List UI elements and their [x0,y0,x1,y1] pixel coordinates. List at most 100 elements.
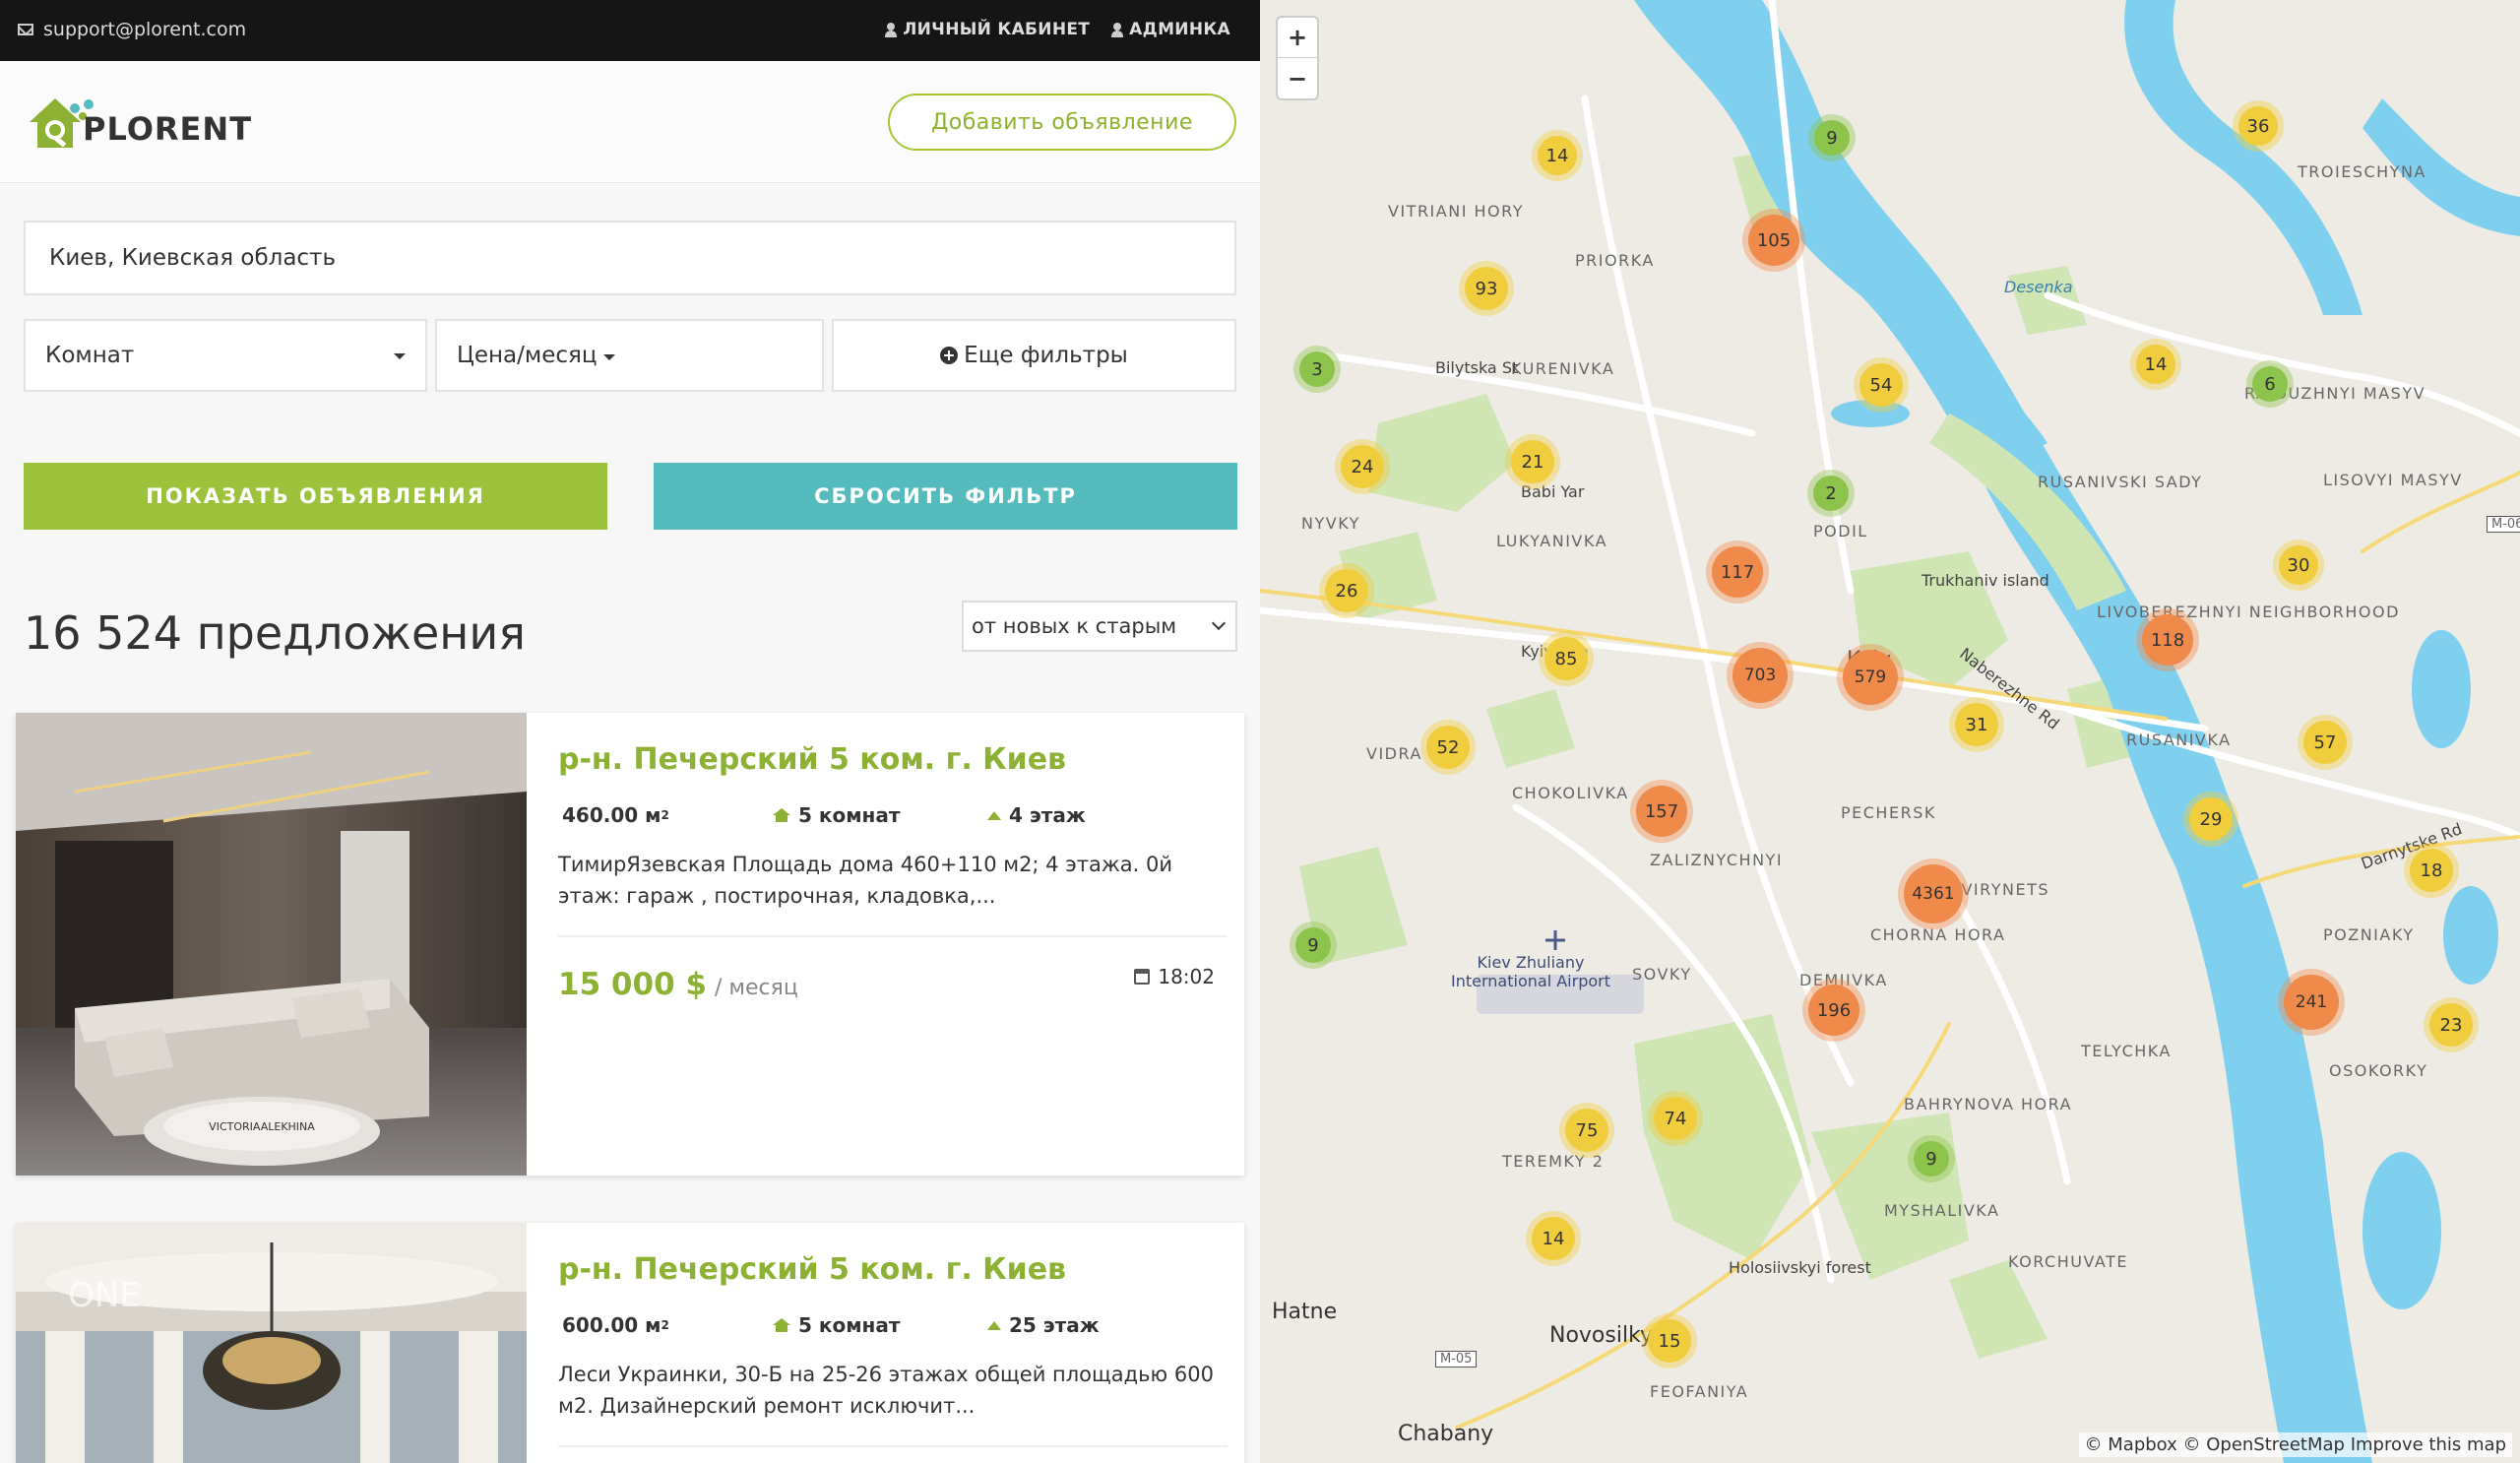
user-icon [1111,22,1124,37]
map-cluster-count: 9 [1295,927,1331,963]
map-cluster[interactable]: 196 [1802,979,1865,1042]
zoom-out-button[interactable]: − [1278,58,1317,98]
listing-title[interactable]: р-н. Печерский 5 ком. г. Киев [558,742,1066,777]
map-label: NYVKY [1301,514,1360,533]
map-cluster-count: 2 [1813,476,1849,511]
map-label: M-05 [1435,1351,1478,1368]
map-cluster[interactable]: 118 [2136,608,2199,671]
map-cluster[interactable]: 4361 [1898,859,1969,929]
map-cluster[interactable]: 24 [1335,439,1390,494]
map-cluster[interactable]: 579 [1837,644,1904,711]
map-cluster[interactable]: 703 [1727,642,1794,709]
caret-down-icon [394,353,406,359]
map-cluster-count: 52 [1426,726,1470,769]
map-cluster[interactable]: 29 [2183,792,2238,847]
map-label: CHOKOLIVKA [1512,784,1629,802]
listing-photo-image: VICTORIAALEKHINA [16,713,527,1176]
map-cluster[interactable]: 105 [1742,209,1805,272]
map-cluster[interactable]: 36 [2233,100,2284,152]
personal-cabinet-link[interactable]: ЛИЧНЫЙ КАБИНЕТ [885,20,1090,39]
zoom-in-button[interactable]: + [1278,18,1317,58]
listing-rooms: 5 комнат [773,803,987,827]
listing-area: 600.00 м2 [562,1313,773,1337]
map-label: Holosiivskyi forest [1729,1258,1871,1277]
more-filters-button[interactable]: Еще фильтры [832,319,1236,392]
map-cluster[interactable]: 2 [1807,470,1855,517]
listing-area: 460.00 м2 [562,803,773,827]
price-dropdown[interactable]: Цена/месяц [435,319,824,392]
map-label: VITRIANI HORY [1388,202,1524,221]
map-cluster[interactable]: 3 [1293,346,1341,393]
area-value: 600.00 м [562,1313,662,1337]
map-cluster[interactable]: 23 [2424,997,2479,1052]
listing-title[interactable]: р-н. Печерский 5 ком. г. Киев [558,1252,1066,1287]
rooms-select[interactable]: Комнат [24,319,427,392]
map-cluster[interactable]: 31 [1949,697,2004,752]
location-input[interactable]: Киев, Киевская область [24,221,1236,295]
map-cluster[interactable]: 52 [1420,720,1476,775]
price-dropdown-label: Цена/месяц [457,343,598,368]
brand-name: PLORENT [83,110,253,148]
map-cluster[interactable]: 9 [1908,1135,1955,1182]
map-cluster[interactable]: 14 [1526,1211,1581,1266]
support-email-link[interactable]: support@plorent.com [18,19,246,40]
map-cluster[interactable]: 26 [1319,563,1374,618]
map-cluster[interactable]: 85 [1539,631,1594,686]
map-cluster-count: 85 [1544,637,1588,680]
listing-photo[interactable]: ONE [16,1223,527,1463]
mail-icon [18,24,33,35]
map-cluster[interactable]: 6 [2246,360,2294,408]
map-cluster[interactable]: 57 [2298,715,2353,770]
map-cluster-count: 4361 [1904,864,1963,923]
map-label: BAHRYNOVA HORA [1904,1095,2073,1113]
rooms-value: 5 комнат [798,803,901,827]
map-cluster-count: 75 [1565,1109,1608,1152]
map-cluster[interactable]: 9 [1290,922,1337,969]
map-cluster[interactable]: 241 [2278,969,2345,1036]
area-value: 460.00 м [562,803,662,827]
map-cluster[interactable]: 14 [1532,130,1583,181]
listing-card[interactable]: ONE р-н. Печерский 5 ком. г. Киев 600.00… [16,1223,1244,1463]
reset-filter-button[interactable]: СБРОСИТЬ ФИЛЬТР [654,463,1237,530]
photo-watermark: VICTORIAALEKHINA [209,1120,315,1133]
map-attribution[interactable]: © Mapbox © OpenStreetMap Improve this ma… [2078,1432,2512,1457]
map[interactable]: VITRIANI HORY PRIORKA KURENIVKA Babi Yar… [1260,0,2520,1463]
map-cluster[interactable]: 30 [2273,540,2324,591]
map-cluster-count: 579 [1843,650,1898,705]
listing-photo-image: ONE [16,1223,527,1463]
more-filters-label: Еще фильтры [964,343,1128,368]
map-cluster[interactable]: 14 [2130,339,2181,390]
rooms-value: 5 комнат [798,1313,901,1337]
listing-rooms: 5 комнат [773,1313,987,1337]
admin-link[interactable]: АДМИНКА [1111,20,1230,39]
map-cluster-count: 30 [2279,545,2318,585]
map-cluster-count: 6 [2252,366,2288,402]
map-cluster[interactable]: 75 [1559,1103,1614,1158]
sort-select[interactable]: от новых к старым [962,601,1237,652]
area-unit-sup: 2 [661,808,669,822]
listing-photo[interactable]: VICTORIAALEKHINA [16,713,527,1176]
divider [558,1445,1228,1447]
logo[interactable]: PLORENT [26,91,251,156]
map-label: PODIL [1813,522,1868,541]
admin-label: АДМИНКА [1129,20,1230,39]
listing-card[interactable]: VICTORIAALEKHINA р-н. Печерский 5 ком. г… [16,713,1244,1176]
map-cluster[interactable]: 15 [1642,1313,1697,1368]
map-cluster[interactable]: 21 [1505,434,1560,489]
map-cluster[interactable]: 93 [1459,261,1514,316]
floor-icon [987,1320,1001,1330]
add-listing-button[interactable]: Добавить объявление [888,94,1236,151]
map-cluster[interactable]: 9 [1808,114,1856,161]
map-cluster-count: 3 [1299,351,1335,387]
map-label: TROIESCHYNA [2298,162,2426,181]
map-cluster[interactable]: 117 [1706,541,1769,604]
plus-circle-icon [940,347,959,364]
map-cluster[interactable]: 18 [2404,843,2459,898]
user-icon [885,22,898,37]
map-cluster-count: 241 [2284,975,2339,1030]
show-listings-button[interactable]: ПОКАЗАТЬ ОБЪЯВЛЕНИЯ [24,463,607,530]
map-cluster[interactable]: 157 [1630,780,1693,843]
map-label: PRIORKA [1575,251,1655,270]
map-cluster[interactable]: 54 [1854,357,1909,413]
map-cluster[interactable]: 74 [1648,1091,1703,1146]
